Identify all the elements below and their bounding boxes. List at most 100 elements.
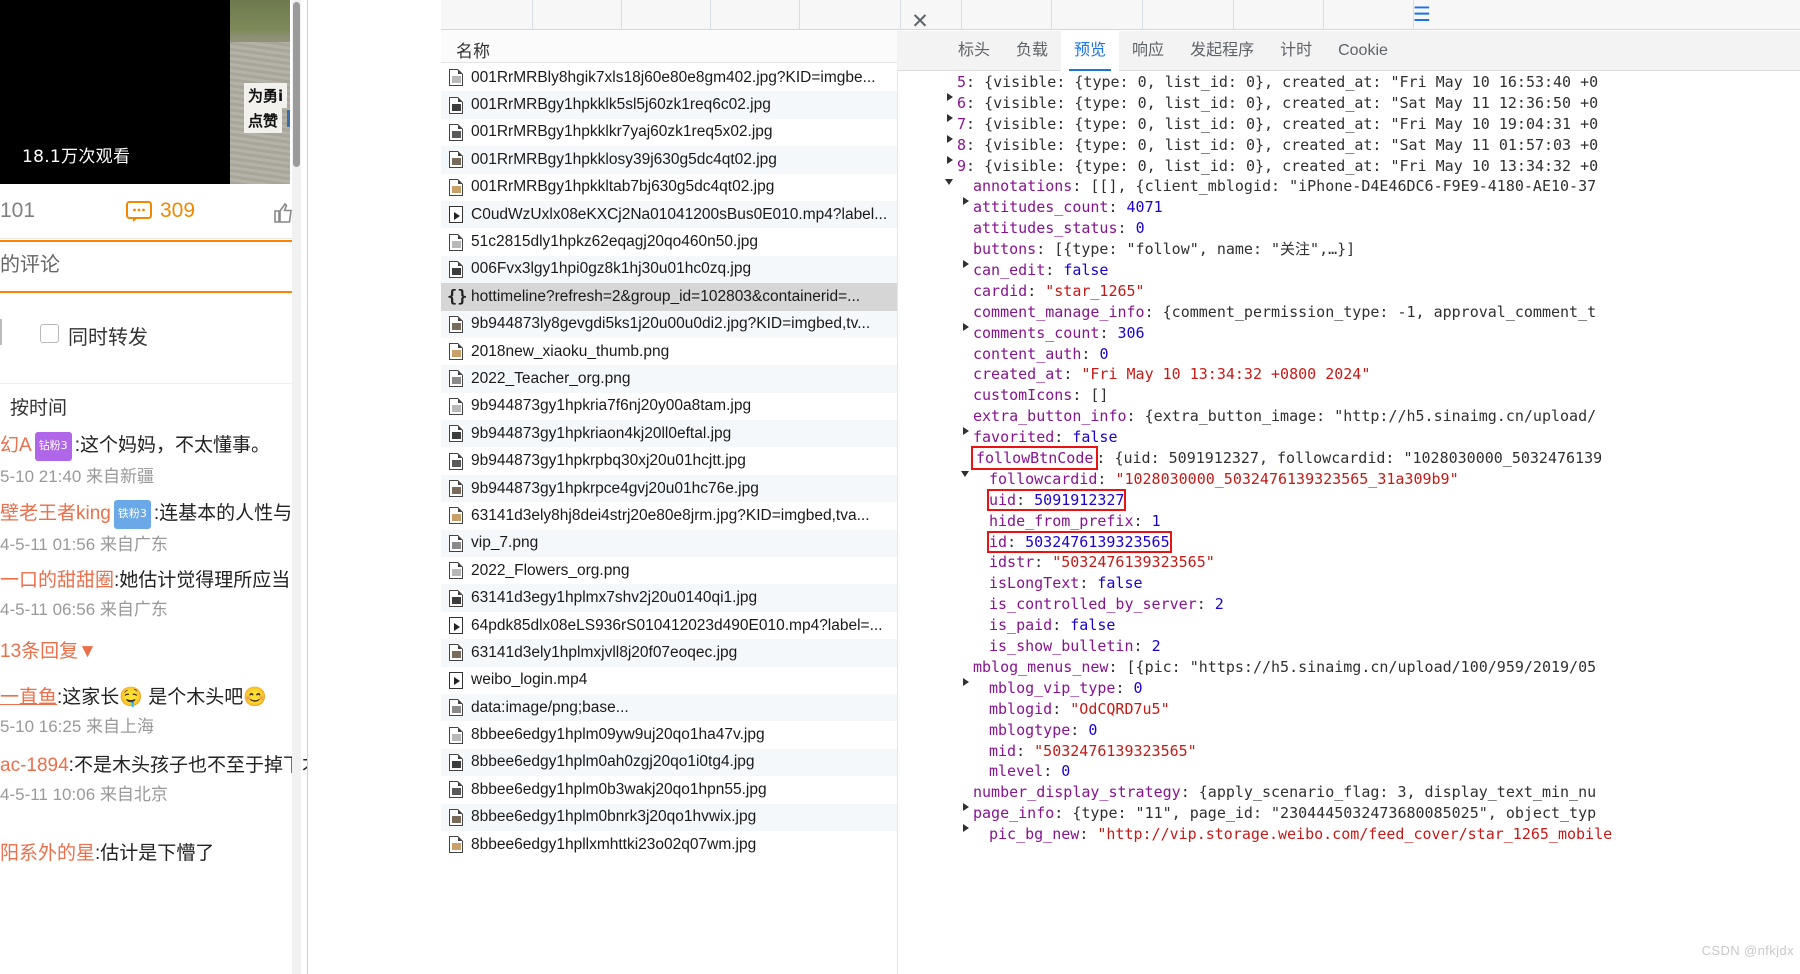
table-row[interactable]: 8bbee6edgy1hplm0b3wakj20qo1hpn55.jpg (441, 776, 898, 803)
table-row[interactable]: 2018new_xiaoku_thumb.png (441, 338, 898, 365)
table-row[interactable]: 9b944873gy1hpkrpce4gvj20u01hc76e.jpg (441, 474, 898, 503)
show-replies-label[interactable]: 13条回复▼ (0, 636, 300, 663)
table-row[interactable]: 2022_Flowers_org.png (441, 557, 898, 584)
table-row[interactable]: C0udWzUxlx08eKXCj2Na01041200sBus0E010.mp… (441, 200, 898, 229)
json-line[interactable]: mblogtype: 0 (898, 720, 1800, 741)
tab-4[interactable]: 响应 (1119, 31, 1177, 71)
weibo-scrollbar[interactable] (292, 0, 301, 974)
json-line[interactable]: number_display_strategy: {apply_scenario… (898, 782, 1800, 812)
tab-2[interactable]: 负载 (1003, 31, 1061, 71)
table-row[interactable]: vip_7.png (441, 529, 898, 558)
json-line[interactable]: extra_button_info: {extra_button_image: … (898, 406, 1800, 436)
json-line[interactable]: buttons: [{type: "follow", name: "关注",…}… (898, 239, 1800, 269)
comment-count[interactable]: 309 (160, 199, 195, 223)
json-line[interactable]: comments_count: 306 (898, 323, 1800, 344)
comment-bubble-icon[interactable] (126, 201, 152, 227)
table-row[interactable]: 001RrMRBgy1hpkklosy39j630g5dc4qt02.jpg (441, 146, 898, 174)
close-icon[interactable]: ✕ (909, 10, 931, 32)
table-row[interactable]: 001RrMRBgy1hpkkltab7bj630g5dc4qt02.jpg (441, 174, 898, 201)
table-row[interactable]: 8bbee6edgy1hplm09yw9uj20qo1ha47v.jpg (441, 721, 898, 748)
tab-1[interactable]: 标头 (945, 31, 1003, 71)
json-line[interactable]: attitudes_count: 4071 (898, 197, 1800, 218)
json-line[interactable]: is_show_bulletin: 2 (898, 636, 1800, 657)
json-line[interactable]: 5: {visible: {type: 0, list_id: 0}, crea… (898, 72, 1800, 101)
overflow-menu-icon[interactable]: ☰ (1413, 2, 1431, 26)
table-row[interactable]: 9b944873ly8gevgdi5ks1j20u00u0di2.jpg?KID… (441, 310, 898, 338)
json-line[interactable]: 7: {visible: {type: 0, list_id: 0}, crea… (898, 114, 1800, 143)
table-row[interactable]: 8bbee6edgy1hplm0ah0zgj20qo1i0tg4.jpg (441, 748, 898, 777)
json-line[interactable]: mlevel: 0 (898, 761, 1800, 782)
json-line[interactable]: isLongText: false (898, 573, 1800, 594)
tab-comments[interactable]: 的评论 (0, 248, 292, 290)
json-preview-viewer[interactable]: 5: {visible: {type: 0, list_id: 0}, crea… (897, 72, 1800, 974)
table-row[interactable]: 9b944873gy1hpkriaon4kj20ll0eftal.jpg (441, 420, 898, 448)
json-line[interactable]: cardid: "star_1265" (898, 281, 1800, 302)
json-line[interactable]: pic_bg_new: "http://vip.storage.weibo.co… (898, 824, 1800, 845)
table-row[interactable]: 63141d3ely1hplmxjvll8j20f07eoqec.jpg (441, 639, 898, 667)
json-line[interactable]: id: 5032476139323565 (898, 530, 1800, 553)
json-line[interactable]: comment_manage_info: {comment_permission… (898, 302, 1800, 331)
table-row[interactable]: 9b944873gy1hpkrpbq30xj20u01hcjtt.jpg (441, 447, 898, 474)
table-row[interactable]: data:image/png;base... (441, 693, 898, 722)
comment-author[interactable]: 阳系外的星 (0, 843, 95, 864)
json-line[interactable]: is_paid: false (898, 615, 1800, 636)
comment-author[interactable]: 幻A (0, 435, 32, 456)
comment-author[interactable]: 一口的甜甜圈 (0, 570, 114, 591)
comment-author[interactable]: 壁老王者king (0, 503, 111, 524)
table-row[interactable]: 9b944873gy1hpkria7f6nj20y00a8tam.jpg (441, 393, 898, 420)
table-row[interactable]: 001RrMRBgy1hpkklk5sl5j60zk1req6c02.jpg (441, 91, 898, 119)
repost-count[interactable]: 101 (0, 199, 35, 223)
table-row[interactable]: weibo_login.mp4 (441, 667, 898, 694)
table-row[interactable]: 006Fvx3lgy1hpi0gz8k1hj30u01hc0zq.jpg (441, 255, 898, 284)
repost-checkbox-label[interactable]: 同时转发 (68, 321, 148, 350)
show-replies-toggle[interactable]: 13条回复▼ (0, 636, 300, 663)
json-rest: : (1016, 490, 1035, 509)
json-line[interactable]: customIcons: [] (898, 385, 1800, 406)
json-line[interactable]: created_at: "Fri May 10 13:34:32 +0800 2… (898, 364, 1800, 385)
tab-6[interactable]: 计时 (1267, 31, 1325, 71)
repost-checkbox[interactable] (40, 324, 59, 343)
comment-author[interactable]: ac-1894 (0, 755, 69, 776)
json-line[interactable]: mblog_menus_new: [{pic: "https://h5.sina… (898, 657, 1800, 686)
table-row[interactable]: 64pdk85dlx08eLS936rS010412023d490E010.mp… (441, 612, 898, 639)
tab-7[interactable]: Cookie (1325, 31, 1401, 71)
table-row[interactable]: 8bbee6edgy1hpllxmhttki23o02q07wm.jpg (441, 831, 898, 858)
json-line[interactable]: idstr: "5032476139323565" (898, 552, 1800, 573)
table-row[interactable]: 2022_Teacher_org.png (441, 365, 898, 393)
json-line[interactable]: 8: {visible: {type: 0, list_id: 0}, crea… (898, 135, 1800, 164)
scrollbar-thumb[interactable] (293, 2, 300, 167)
json-line[interactable]: mid: "5032476139323565" (898, 741, 1800, 762)
json-line[interactable]: page_info: {type: "11", page_id: "230444… (898, 803, 1800, 833)
column-header-name[interactable]: 名称 (456, 37, 490, 62)
json-line[interactable]: followcardid: "1028030000_50324761393235… (898, 469, 1800, 490)
json-line[interactable]: can_edit: false (898, 260, 1800, 281)
json-line[interactable]: hide_from_prefix: 1 (898, 511, 1800, 532)
thumb-up-icon[interactable] (272, 202, 294, 229)
json-line[interactable]: annotations: [[], {client_mblogid: "iPho… (898, 176, 1800, 206)
json-line[interactable]: followBtnCode: {uid: 5091912327, followc… (898, 446, 1800, 478)
file-thumbnail (452, 185, 461, 193)
table-row[interactable]: 001RrMRBly8hgik7xls18j60e80e8gm402.jpg?K… (441, 64, 898, 91)
table-row[interactable]: 8bbee6edgy1hplm0bnrk3j20qo1hvwix.jpg (441, 803, 898, 831)
json-line[interactable]: mblogid: "OdCQRD7u5" (898, 699, 1800, 720)
table-row[interactable]: 001RrMRBgy1hpkklkr7yaj60zk1req5x02.jpg (441, 119, 898, 146)
json-line[interactable]: content_auth: 0 (898, 344, 1800, 365)
json-line[interactable]: 9: {visible: {type: 0, list_id: 0}, crea… (898, 156, 1800, 185)
json-line[interactable]: favorited: false (898, 427, 1800, 448)
json-line[interactable]: is_controlled_by_server: 2 (898, 594, 1800, 615)
video-player[interactable]: 18.1万次观看 (0, 0, 230, 184)
photo-thumbnail[interactable]: 为勇i 点赞 (230, 0, 290, 184)
image-file-icon (449, 315, 463, 333)
json-line[interactable]: uid: 5091912327 (898, 488, 1800, 511)
tab-3[interactable]: 预览 (1061, 31, 1120, 71)
table-row[interactable]: 63141d3ely8hj8dei4strj20e80e8jrm.jpg?KID… (441, 502, 898, 529)
json-line[interactable]: mblog_vip_type: 0 (898, 678, 1800, 699)
tab-5[interactable]: 发起程序 (1177, 31, 1267, 71)
sort-by-time-label[interactable]: 按时间 (10, 393, 67, 420)
json-line[interactable]: attitudes_status: 0 (898, 218, 1800, 239)
comment-author[interactable]: 一直鱼 (0, 687, 57, 708)
table-row[interactable]: 51c2815dly1hpkz62eqagj20qo460n50.jpg (441, 228, 898, 255)
json-line[interactable]: 6: {visible: {type: 0, list_id: 0}, crea… (898, 93, 1800, 122)
table-row[interactable]: 63141d3egy1hplmx7shv2j20u0140qi1.jpg (441, 584, 898, 612)
table-row[interactable]: {} hottimeline?refresh=2&group_id=102803&… (441, 283, 898, 311)
